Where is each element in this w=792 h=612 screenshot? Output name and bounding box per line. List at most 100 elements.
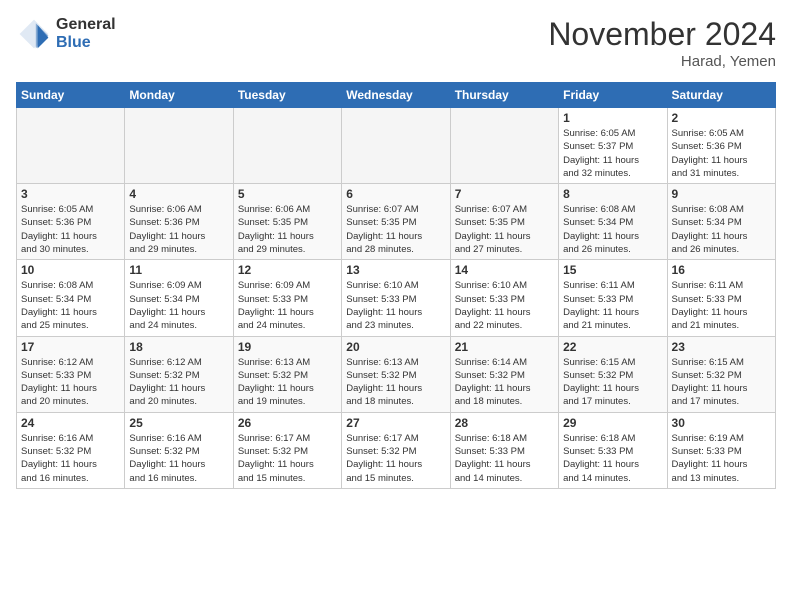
- day-cell: 10 Sunrise: 6:08 AM Sunset: 5:34 PM Dayli…: [17, 260, 125, 336]
- day-cell: 24 Sunrise: 6:16 AM Sunset: 5:32 PM Dayli…: [17, 412, 125, 488]
- day-info: Sunrise: 6:16 AM Sunset: 5:32 PM Dayligh…: [129, 432, 228, 485]
- day-cell: 7 Sunrise: 6:07 AM Sunset: 5:35 PM Daylig…: [450, 184, 558, 260]
- day-cell: 23Sunrise: 6:15 AM Sunset: 5:32 PM Dayli…: [667, 336, 775, 412]
- day-number: 13: [346, 263, 445, 277]
- day-number: 11: [129, 263, 228, 277]
- day-number: 30: [672, 416, 771, 430]
- week-row-3: 10 Sunrise: 6:08 AM Sunset: 5:34 PM Dayli…: [17, 260, 776, 336]
- weekday-header-monday: Monday: [125, 83, 233, 108]
- day-info: Sunrise: 6:07 AM Sunset: 5:35 PM Dayligh…: [455, 203, 554, 256]
- week-row-4: 17Sunrise: 6:12 AM Sunset: 5:33 PM Dayli…: [17, 336, 776, 412]
- location: Harad, Yemen: [548, 53, 776, 70]
- weekday-header-thursday: Thursday: [450, 83, 558, 108]
- day-info: Sunrise: 6:09 AM Sunset: 5:33 PM Dayligh…: [238, 279, 337, 332]
- day-cell: 9 Sunrise: 6:08 AM Sunset: 5:34 PM Daylig…: [667, 184, 775, 260]
- calendar-table: SundayMondayTuesdayWednesdayThursdayFrid…: [16, 82, 776, 489]
- day-number: 12: [238, 263, 337, 277]
- logo-icon: [16, 16, 52, 52]
- day-info: Sunrise: 6:09 AM Sunset: 5:34 PM Dayligh…: [129, 279, 228, 332]
- day-cell: [450, 108, 558, 184]
- day-info: Sunrise: 6:08 AM Sunset: 5:34 PM Dayligh…: [21, 279, 120, 332]
- weekday-header-sunday: Sunday: [17, 83, 125, 108]
- day-number: 17: [21, 340, 120, 354]
- day-cell: [17, 108, 125, 184]
- day-cell: 20 Sunrise: 6:13 AM Sunset: 5:32 PM Dayli…: [342, 336, 450, 412]
- day-number: 8: [563, 187, 662, 201]
- day-cell: 15 Sunrise: 6:11 AM Sunset: 5:33 PM Dayli…: [559, 260, 667, 336]
- logo-text: General Blue: [56, 16, 116, 51]
- day-info: Sunrise: 6:10 AM Sunset: 5:33 PM Dayligh…: [455, 279, 554, 332]
- day-cell: [342, 108, 450, 184]
- day-cell: 17Sunrise: 6:12 AM Sunset: 5:33 PM Dayli…: [17, 336, 125, 412]
- day-number: 16: [672, 263, 771, 277]
- day-info: Sunrise: 6:08 AM Sunset: 5:34 PM Dayligh…: [672, 203, 771, 256]
- day-number: 2: [672, 111, 771, 125]
- day-info: Sunrise: 6:05 AM Sunset: 5:37 PM Dayligh…: [563, 127, 662, 180]
- day-info: Sunrise: 6:15 AM Sunset: 5:32 PM Dayligh…: [563, 356, 662, 409]
- day-number: 9: [672, 187, 771, 201]
- logo-blue-text: Blue: [56, 34, 116, 52]
- day-info: Sunrise: 6:13 AM Sunset: 5:32 PM Dayligh…: [346, 356, 445, 409]
- weekday-header-wednesday: Wednesday: [342, 83, 450, 108]
- day-cell: 27 Sunrise: 6:17 AM Sunset: 5:32 PM Dayli…: [342, 412, 450, 488]
- day-cell: 5Sunrise: 6:06 AM Sunset: 5:35 PM Daylig…: [233, 184, 341, 260]
- day-info: Sunrise: 6:06 AM Sunset: 5:36 PM Dayligh…: [129, 203, 228, 256]
- day-cell: [233, 108, 341, 184]
- day-info: Sunrise: 6:13 AM Sunset: 5:32 PM Dayligh…: [238, 356, 337, 409]
- day-info: Sunrise: 6:06 AM Sunset: 5:35 PM Dayligh…: [238, 203, 337, 256]
- day-cell: 21 Sunrise: 6:14 AM Sunset: 5:32 PM Dayli…: [450, 336, 558, 412]
- day-number: 7: [455, 187, 554, 201]
- day-info: Sunrise: 6:14 AM Sunset: 5:32 PM Dayligh…: [455, 356, 554, 409]
- logo: General Blue: [16, 16, 116, 52]
- day-number: 18: [129, 340, 228, 354]
- day-info: Sunrise: 6:17 AM Sunset: 5:32 PM Dayligh…: [238, 432, 337, 485]
- month-title: November 2024: [548, 16, 776, 53]
- day-info: Sunrise: 6:16 AM Sunset: 5:32 PM Dayligh…: [21, 432, 120, 485]
- day-cell: 28 Sunrise: 6:18 AM Sunset: 5:33 PM Dayli…: [450, 412, 558, 488]
- day-number: 10: [21, 263, 120, 277]
- weekday-header-saturday: Saturday: [667, 83, 775, 108]
- day-info: Sunrise: 6:12 AM Sunset: 5:32 PM Dayligh…: [129, 356, 228, 409]
- day-cell: 2 Sunrise: 6:05 AM Sunset: 5:36 PM Daylig…: [667, 108, 775, 184]
- day-number: 19: [238, 340, 337, 354]
- day-number: 24: [21, 416, 120, 430]
- day-number: 29: [563, 416, 662, 430]
- day-number: 6: [346, 187, 445, 201]
- logo-general-text: General: [56, 16, 116, 34]
- day-cell: 26Sunrise: 6:17 AM Sunset: 5:32 PM Dayli…: [233, 412, 341, 488]
- page-header: General Blue November 2024 Harad, Yemen: [16, 16, 776, 70]
- week-row-1: 1 Sunrise: 6:05 AM Sunset: 5:37 PM Daylig…: [17, 108, 776, 184]
- day-cell: 30 Sunrise: 6:19 AM Sunset: 5:33 PM Dayli…: [667, 412, 775, 488]
- day-info: Sunrise: 6:18 AM Sunset: 5:33 PM Dayligh…: [455, 432, 554, 485]
- week-row-2: 3 Sunrise: 6:05 AM Sunset: 5:36 PM Daylig…: [17, 184, 776, 260]
- day-number: 23: [672, 340, 771, 354]
- day-info: Sunrise: 6:11 AM Sunset: 5:33 PM Dayligh…: [563, 279, 662, 332]
- day-number: 27: [346, 416, 445, 430]
- day-number: 20: [346, 340, 445, 354]
- day-cell: 8 Sunrise: 6:08 AM Sunset: 5:34 PM Daylig…: [559, 184, 667, 260]
- day-cell: 4Sunrise: 6:06 AM Sunset: 5:36 PM Daylig…: [125, 184, 233, 260]
- day-cell: 18 Sunrise: 6:12 AM Sunset: 5:32 PM Dayli…: [125, 336, 233, 412]
- day-number: 28: [455, 416, 554, 430]
- day-number: 15: [563, 263, 662, 277]
- weekday-header-friday: Friday: [559, 83, 667, 108]
- day-info: Sunrise: 6:17 AM Sunset: 5:32 PM Dayligh…: [346, 432, 445, 485]
- day-number: 21: [455, 340, 554, 354]
- day-info: Sunrise: 6:10 AM Sunset: 5:33 PM Dayligh…: [346, 279, 445, 332]
- day-cell: 3 Sunrise: 6:05 AM Sunset: 5:36 PM Daylig…: [17, 184, 125, 260]
- day-info: Sunrise: 6:08 AM Sunset: 5:34 PM Dayligh…: [563, 203, 662, 256]
- day-cell: 11 Sunrise: 6:09 AM Sunset: 5:34 PM Dayli…: [125, 260, 233, 336]
- day-number: 14: [455, 263, 554, 277]
- day-info: Sunrise: 6:05 AM Sunset: 5:36 PM Dayligh…: [21, 203, 120, 256]
- day-info: Sunrise: 6:19 AM Sunset: 5:33 PM Dayligh…: [672, 432, 771, 485]
- day-cell: 16Sunrise: 6:11 AM Sunset: 5:33 PM Dayli…: [667, 260, 775, 336]
- day-cell: 19 Sunrise: 6:13 AM Sunset: 5:32 PM Dayli…: [233, 336, 341, 412]
- day-number: 1: [563, 111, 662, 125]
- day-info: Sunrise: 6:18 AM Sunset: 5:33 PM Dayligh…: [563, 432, 662, 485]
- day-cell: [125, 108, 233, 184]
- title-block: November 2024 Harad, Yemen: [548, 16, 776, 70]
- weekday-header-row: SundayMondayTuesdayWednesdayThursdayFrid…: [17, 83, 776, 108]
- day-number: 3: [21, 187, 120, 201]
- day-number: 25: [129, 416, 228, 430]
- day-info: Sunrise: 6:05 AM Sunset: 5:36 PM Dayligh…: [672, 127, 771, 180]
